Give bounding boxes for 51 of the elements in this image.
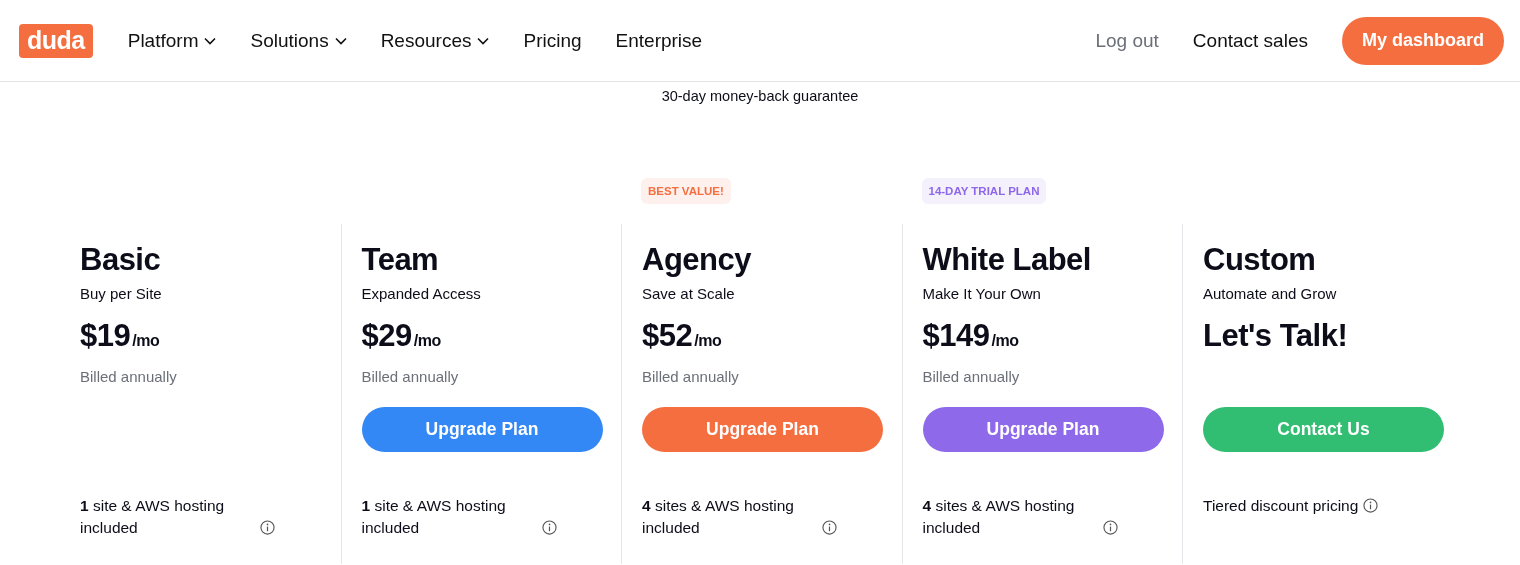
billing-note: Billed annually	[80, 368, 177, 385]
plan-name: Custom	[1203, 242, 1317, 278]
nav-link[interactable]: Enterprise	[615, 29, 703, 52]
plan-feature: 4 sites & AWS hosting included	[922, 496, 1076, 538]
price-period: /mo	[132, 332, 160, 349]
nav-link[interactable]: Pricing	[523, 29, 582, 52]
plan-tagline: Make It Your Own	[922, 285, 1042, 302]
plan-feature: Tiered discount pricing	[1203, 496, 1359, 516]
plan-badge: BEST VALUE!	[641, 178, 731, 204]
chevron-down-icon	[477, 36, 490, 45]
plan-name: Team	[361, 242, 440, 278]
dashboard-button[interactable]: My dashboard	[1341, 16, 1504, 65]
log-out-link[interactable]: Log out	[1095, 29, 1159, 52]
plan-price: $29	[361, 318, 412, 353]
plan-tagline: Automate and Grow	[1203, 285, 1338, 302]
plan-feature: 4 sites & AWS hosting included	[642, 496, 795, 538]
nav-link[interactable]: Platform	[127, 29, 217, 52]
plan-feature: 1 site & AWS hosting included	[80, 496, 226, 538]
price-period: /mo	[413, 332, 441, 349]
plan-tagline: Expanded Access	[361, 285, 482, 302]
guarantee-text: 30-day money-back guarantee	[660, 88, 860, 104]
info-icon[interactable]	[1363, 498, 1379, 513]
plan-name: White Label	[922, 242, 1092, 278]
plan-name: Agency	[642, 242, 752, 278]
info-icon[interactable]	[822, 520, 837, 535]
info-icon[interactable]	[1102, 520, 1118, 535]
plan-price: $52	[642, 318, 693, 353]
price-period: /mo	[991, 332, 1019, 349]
plan-price: $149	[922, 318, 990, 353]
plan-badge: 14-DAY TRIAL PLAN	[921, 178, 1047, 204]
billing-note: Billed annually	[361, 368, 459, 385]
info-icon[interactable]	[260, 520, 275, 535]
plan-button[interactable]: Upgrade Plan	[642, 407, 883, 452]
billing-note: Billed annually	[922, 368, 1020, 385]
duda-logo[interactable]: duda	[19, 23, 93, 58]
chevron-down-icon	[204, 36, 217, 45]
billing-note: Billed annually	[642, 368, 739, 385]
plan-price: $19	[80, 318, 131, 353]
nav-link[interactable]: Solutions	[250, 29, 347, 52]
info-icon[interactable]	[541, 520, 557, 535]
plan-tagline: Buy per Site	[80, 285, 163, 302]
nav-link[interactable]: Resources	[380, 29, 490, 52]
plan-price: Let's Talk!	[1203, 318, 1348, 353]
plan-button[interactable]: Upgrade Plan	[922, 407, 1164, 452]
contact-sales-link[interactable]: Contact sales	[1192, 29, 1308, 52]
price-period: /mo	[694, 332, 722, 349]
plan-name: Basic	[80, 242, 162, 278]
plan-feature: 1 site & AWS hosting included	[361, 496, 507, 538]
chevron-down-icon	[334, 36, 347, 45]
plan-tagline: Save at Scale	[642, 285, 736, 302]
plan-button[interactable]: Upgrade Plan	[361, 407, 603, 452]
